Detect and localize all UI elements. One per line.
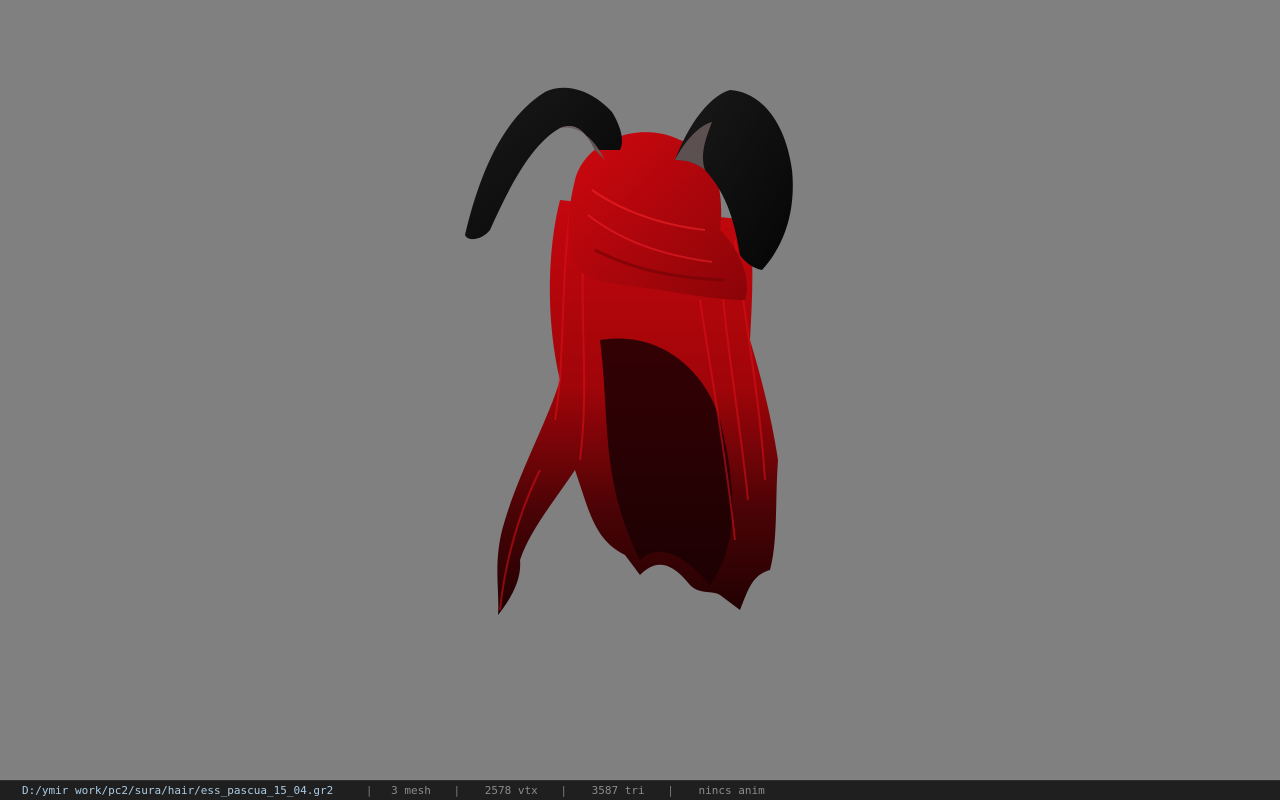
separator: | (560, 784, 567, 797)
vertex-count: 2578 vtx (484, 784, 538, 797)
file-path: D:/ymir work/pc2/sura/hair/ess_pascua_15… (22, 784, 334, 797)
3d-viewport[interactable] (0, 0, 1280, 780)
mesh-count: 3 mesh (391, 784, 431, 797)
status-bar: D:/ymir work/pc2/sura/hair/ess_pascua_15… (0, 780, 1280, 800)
separator: | (453, 784, 461, 797)
separator: | (365, 784, 373, 797)
animation-info: nincs anim (698, 784, 765, 797)
triangle-count: 3587 tri (591, 784, 645, 797)
separator: | (667, 784, 674, 797)
model-render (465, 87, 793, 615)
